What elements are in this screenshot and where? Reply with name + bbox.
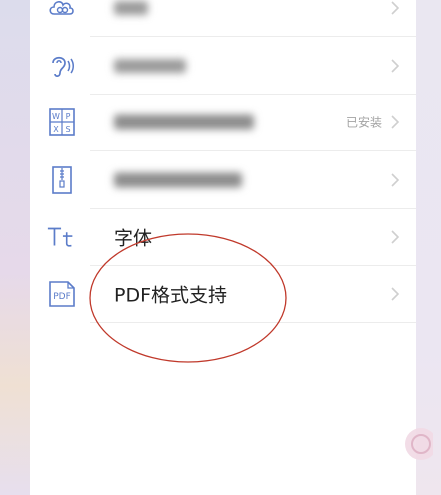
chevron-right-icon	[391, 1, 400, 15]
chevron-right-icon	[391, 287, 400, 301]
settings-item-voice[interactable]	[30, 37, 416, 95]
zip-archive-icon	[46, 164, 78, 196]
chevron-right-icon	[391, 230, 400, 244]
svg-text:S: S	[65, 125, 70, 134]
settings-item-office[interactable]: W P X S 已安装	[30, 93, 416, 151]
settings-item-zip[interactable]	[30, 151, 416, 209]
svg-text:PDF: PDF	[53, 292, 71, 302]
pdf-icon: PDF	[46, 278, 78, 310]
chevron-right-icon	[391, 115, 400, 129]
floating-badge-icon[interactable]	[397, 426, 433, 462]
background-right-strip	[416, 0, 441, 495]
svg-text:P: P	[66, 112, 71, 121]
settings-item-label-blurred	[114, 172, 242, 188]
ear-voice-icon	[46, 50, 78, 82]
settings-item-label-blurred	[114, 59, 186, 73]
svg-text:X: X	[53, 125, 59, 134]
chevron-right-icon	[391, 173, 400, 187]
background-left-strip	[0, 0, 30, 495]
office-document-icon: W P X S	[46, 106, 78, 138]
settings-item-label-blurred	[114, 1, 148, 15]
installed-status: 已安装	[345, 115, 382, 130]
settings-item-label-blurred	[114, 114, 254, 130]
settings-item-cloud[interactable]	[30, 0, 416, 37]
chevron-right-icon	[391, 59, 400, 73]
cloud-icon	[46, 0, 78, 24]
svg-text:W: W	[52, 112, 60, 121]
annotation-ellipse	[89, 233, 287, 363]
font-icon	[46, 221, 78, 253]
